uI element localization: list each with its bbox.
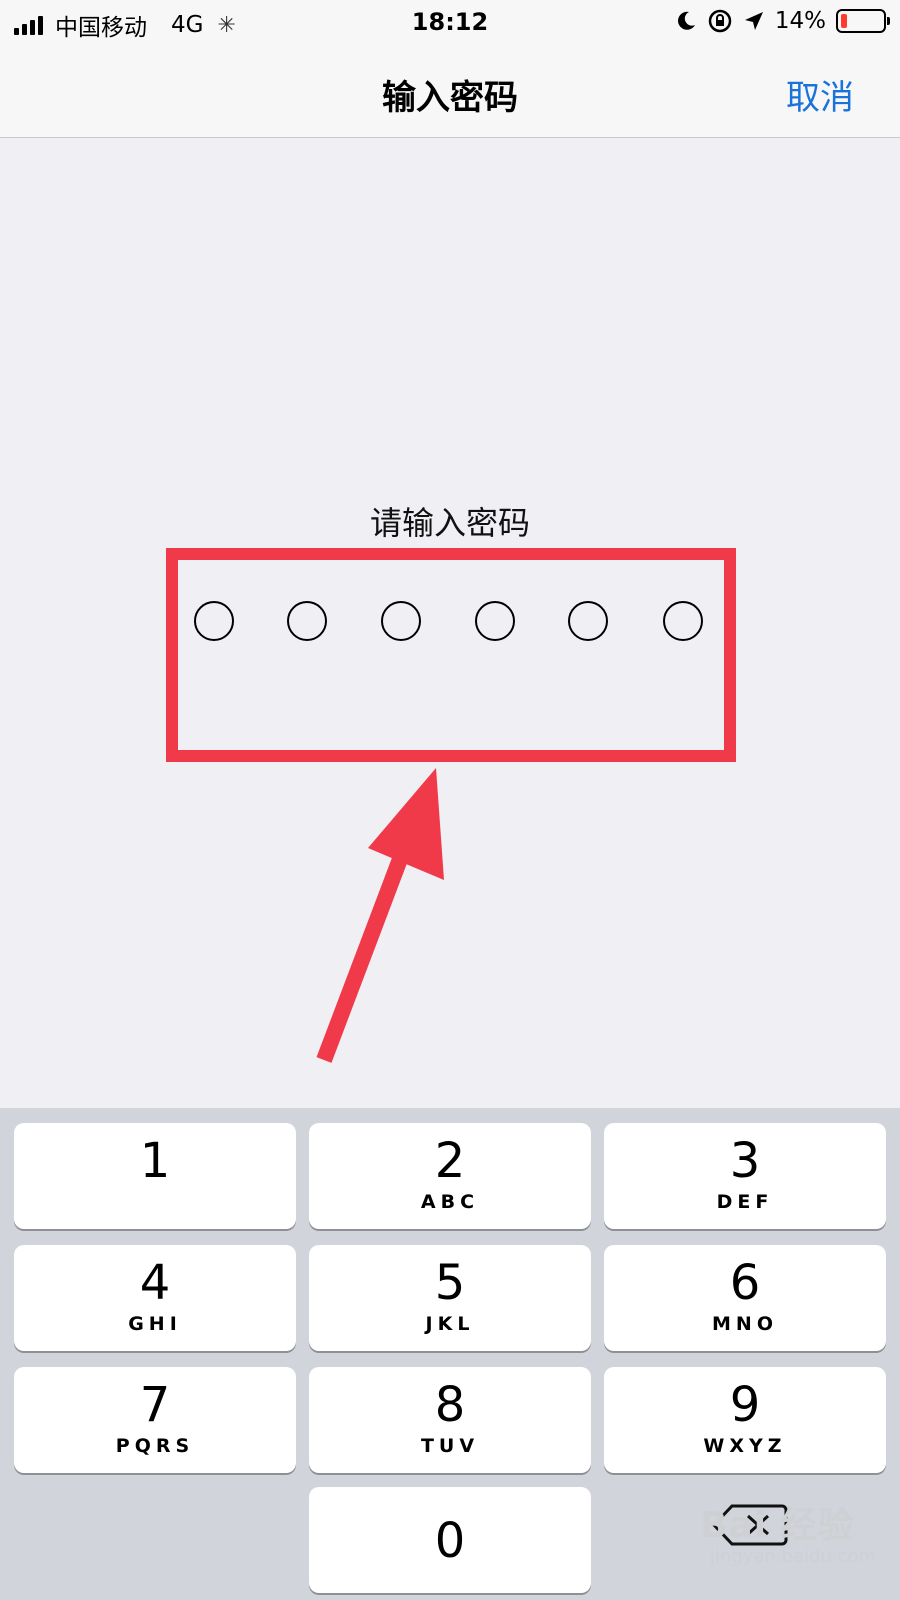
page-title: 输入密码 bbox=[382, 78, 518, 118]
key-letters: DEF bbox=[716, 1191, 774, 1213]
status-right: 14% bbox=[675, 8, 890, 34]
key-letters: WXYZ bbox=[703, 1435, 787, 1457]
key-digit: 5 bbox=[434, 1255, 466, 1311]
key-8[interactable]: 8 TUV bbox=[309, 1367, 591, 1473]
key-letters: TUV bbox=[420, 1435, 480, 1457]
key-2[interactable]: 2 ABC bbox=[309, 1123, 591, 1229]
status-bar: 中国移动 4G ✳ 18:12 14% bbox=[0, 0, 900, 46]
key-digit: 1 bbox=[139, 1133, 171, 1189]
battery-percent: 14% bbox=[774, 8, 826, 34]
key-digit: 9 bbox=[729, 1377, 761, 1433]
key-7[interactable]: 7 PQRS bbox=[14, 1367, 296, 1473]
key-3[interactable]: 3 DEF bbox=[604, 1123, 886, 1229]
key-letters: PQRS bbox=[115, 1435, 195, 1457]
key-digit: 0 bbox=[434, 1513, 466, 1569]
passcode-prompt: 请输入密码 bbox=[369, 504, 530, 542]
key-digit: 2 bbox=[434, 1133, 466, 1189]
key-digit: 3 bbox=[729, 1133, 761, 1189]
nav-bar: 输入密码 取消 bbox=[0, 46, 900, 138]
rotation-lock-icon bbox=[708, 9, 732, 33]
key-1[interactable]: 1 bbox=[14, 1123, 296, 1229]
annotation-highlight-box bbox=[166, 548, 736, 762]
key-letters: MNO bbox=[712, 1313, 778, 1335]
baidu-watermark: Bai 经验 jingyan.baidu.com bbox=[690, 1478, 890, 1588]
battery-fill bbox=[841, 14, 847, 28]
location-arrow-icon bbox=[744, 12, 763, 30]
key-digit: 4 bbox=[139, 1255, 171, 1311]
key-letters: GHI bbox=[128, 1313, 182, 1335]
key-digit: 8 bbox=[434, 1377, 466, 1433]
key-digit: 7 bbox=[139, 1377, 171, 1433]
key-letters: ABC bbox=[420, 1191, 480, 1213]
key-5[interactable]: 5 JKL bbox=[309, 1245, 591, 1351]
key-digit: 6 bbox=[729, 1255, 761, 1311]
key-9[interactable]: 9 WXYZ bbox=[604, 1367, 886, 1473]
cancel-button[interactable]: 取消 bbox=[786, 70, 854, 119]
key-6[interactable]: 6 MNO bbox=[604, 1245, 886, 1351]
watermark-sub: jingyan.baidu.com bbox=[710, 1546, 877, 1567]
watermark-main: Bai 经验 bbox=[700, 1505, 855, 1546]
moon-icon bbox=[677, 11, 695, 30]
key-letters: JKL bbox=[425, 1313, 475, 1335]
key-4[interactable]: 4 GHI bbox=[14, 1245, 296, 1351]
key-0[interactable]: 0 bbox=[309, 1487, 591, 1593]
battery-icon bbox=[836, 9, 890, 33]
